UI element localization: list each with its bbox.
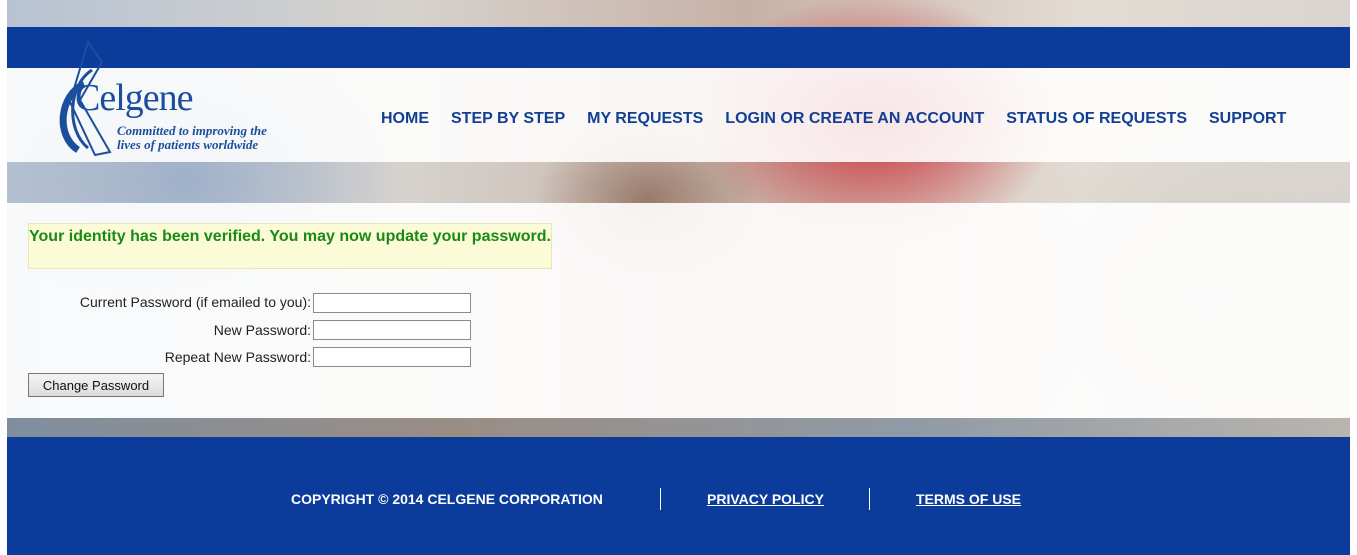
main-nav: HOME STEP BY STEP MY REQUESTS LOGIN OR C… (381, 110, 1308, 128)
footer-copyright: COPYRIGHT © 2014 CELGENE CORPORATION (291, 491, 603, 507)
tagline-line-2: lives of patients worldwide (117, 137, 259, 152)
repeat-password-label: Repeat New Password: (164, 349, 311, 365)
site-footer (7, 437, 1350, 555)
current-password-label: Current Password (if emailed to you): (79, 294, 311, 310)
footer-separator (660, 488, 661, 510)
repeat-password-row: Repeat New Password: (28, 349, 311, 367)
nav-step-by-step[interactable]: STEP BY STEP (451, 110, 565, 128)
new-password-input[interactable] (313, 320, 471, 340)
tagline-line-1: Committed to improving the (117, 123, 267, 138)
footer-separator (869, 488, 870, 510)
nav-my-requests[interactable]: MY REQUESTS (587, 110, 703, 128)
image-strip (7, 418, 1350, 437)
verification-message: Your identity has been verified. You may… (28, 223, 552, 269)
new-password-row: New Password: (28, 322, 311, 340)
footer-terms-of-use-link[interactable]: TERMS OF USE (916, 491, 1021, 507)
new-password-label: New Password: (213, 322, 311, 338)
change-password-button[interactable]: Change Password (28, 373, 164, 397)
logo-tagline: Committed to improving the lives of pati… (117, 124, 317, 152)
current-password-row: Current Password (if emailed to you): (28, 294, 311, 312)
logo-wordmark: Celgene (75, 77, 194, 119)
nav-support[interactable]: SUPPORT (1209, 110, 1286, 128)
nav-home[interactable]: HOME (381, 110, 429, 128)
repeat-password-input[interactable] (313, 347, 471, 367)
current-password-input[interactable] (313, 293, 471, 313)
nav-login-create-account[interactable]: LOGIN OR CREATE AN ACCOUNT (725, 110, 984, 128)
nav-status-of-requests[interactable]: STATUS OF REQUESTS (1006, 110, 1187, 128)
footer-privacy-policy-link[interactable]: PRIVACY POLICY (707, 491, 824, 507)
